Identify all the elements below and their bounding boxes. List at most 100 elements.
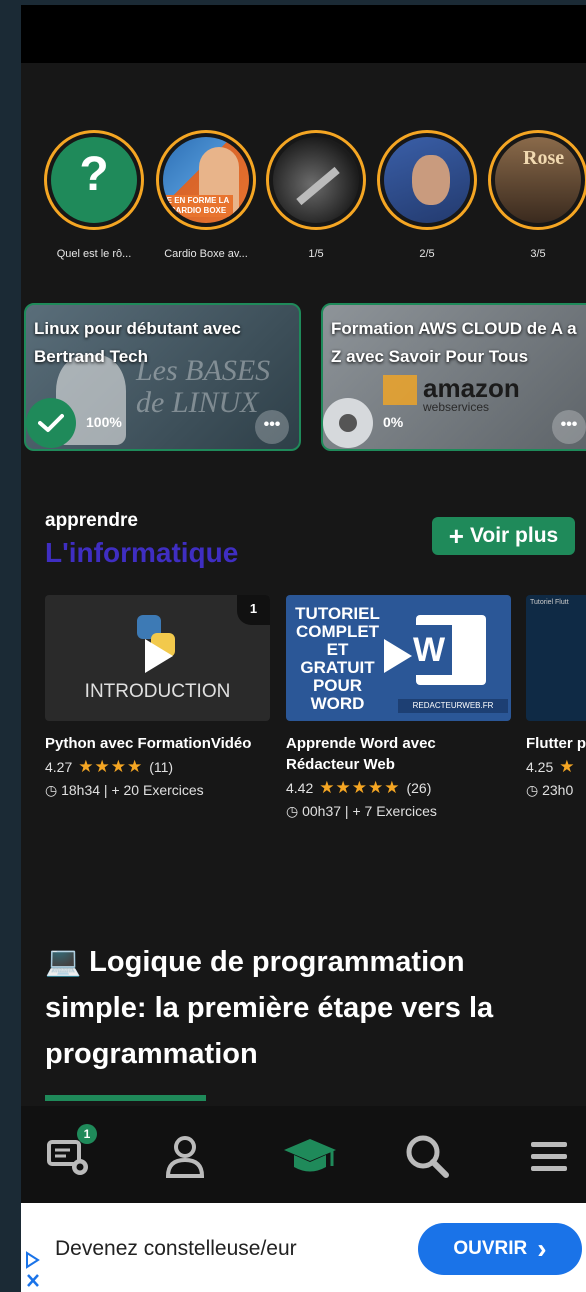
- rating-value: 4.25: [526, 759, 554, 775]
- progress-percent: 0%: [383, 414, 404, 430]
- rating-value: 4.42: [286, 780, 314, 796]
- profile-icon: [165, 1136, 205, 1178]
- ad-open-button[interactable]: OUVRIR ›: [418, 1223, 582, 1275]
- question-mark-icon: ?: [79, 148, 109, 201]
- story-item[interactable]: Rose 3/5: [488, 130, 586, 260]
- aws-logo-icon: [383, 375, 417, 405]
- search-icon: [406, 1135, 449, 1178]
- section-title: L'informatique: [45, 537, 239, 568]
- play-icon[interactable]: [384, 639, 412, 673]
- course-title: Python avec FormationVidéo: [45, 735, 252, 752]
- stars-icon: ★: [559, 757, 576, 776]
- notification-badge: 1: [77, 1124, 97, 1144]
- course-title: Formation AWS CLOUD de A a Z avec Savoir…: [331, 319, 577, 366]
- progress-percent: 100%: [86, 414, 122, 430]
- course-duration: 23h0: [542, 782, 574, 798]
- story-ring: ?: [44, 130, 144, 230]
- course-thumbnail: 1 INTRODUCTION: [45, 595, 270, 721]
- rating-count: (26): [406, 780, 432, 796]
- story-thumb: Rose: [495, 137, 581, 223]
- story-label: 1/5: [308, 248, 324, 260]
- app-screen: ? Quel est le rô... E EN FORME LA CARDIO…: [21, 5, 586, 1203]
- course-rating: 4.25 ★: [526, 757, 586, 777]
- story-ring: [266, 130, 366, 230]
- ad-text: Devenez constelleuse/eur: [55, 1237, 297, 1260]
- status-bar: [21, 5, 586, 63]
- course-card[interactable]: Tutoriel Flutt Flutter p PatrickO 4.25 ★…: [526, 595, 586, 799]
- course-progress-card[interactable]: amazon webservices Formation AWS CLOUD d…: [321, 303, 586, 451]
- card-thumb-sub: webservices: [423, 400, 490, 414]
- more-options-button[interactable]: •••: [255, 410, 289, 444]
- story-ring: E EN FORME LA CARDIO BOXE: [156, 130, 256, 230]
- clock-icon: ◷: [45, 782, 58, 798]
- ad-banner[interactable]: Devenez constelleuse/eur OUVRIR ›: [21, 1203, 586, 1292]
- plus-icon: +: [448, 521, 464, 551]
- stars-icon: ★★★★★: [319, 778, 401, 797]
- story-thumb: [273, 137, 359, 223]
- rating-value: 4.27: [45, 759, 73, 775]
- thumb-text: TUTORIEL COMPLET ET GRATUIT POUR WORD: [295, 604, 380, 713]
- rating-count: (11): [149, 759, 174, 775]
- nav-search[interactable]: [397, 1132, 457, 1180]
- article-title-text: Logique de programmation simple: la prem…: [45, 946, 494, 1070]
- check-icon: [26, 398, 76, 448]
- story-item[interactable]: ? Quel est le rô...: [44, 130, 144, 260]
- course-title: Flutter p PatrickO: [526, 735, 586, 752]
- play-icon[interactable]: [145, 639, 173, 673]
- course-meta: ◷ 00h37 | + 7 Exercices: [286, 803, 511, 820]
- course-meta: ◷ 18h34 | + 20 Exercices: [45, 782, 270, 799]
- story-item[interactable]: E EN FORME LA CARDIO BOXE Cardio Boxe av…: [156, 130, 256, 260]
- nav-menu[interactable]: [519, 1132, 579, 1180]
- thumb-text: Tutoriel Flutt: [530, 599, 569, 606]
- course-title: Apprende Word avec Rédacteur Web: [286, 735, 436, 773]
- course-title: Linux pour débutant avec Bertrand Tech: [34, 319, 241, 366]
- guitar-image: [296, 166, 340, 206]
- bottom-nav: 1: [21, 1106, 586, 1203]
- chevron-right-icon: ›: [537, 1233, 547, 1264]
- ad-choices-icon[interactable]: [25, 1251, 41, 1292]
- nav-profile[interactable]: [155, 1132, 215, 1180]
- story-ring: Rose: [488, 130, 586, 230]
- more-options-button[interactable]: •••: [552, 410, 586, 444]
- story-label: 3/5: [530, 248, 546, 260]
- nav-courses[interactable]: [280, 1132, 340, 1180]
- story-thumb: ?: [51, 137, 137, 223]
- stars-icon: ★★★★: [78, 757, 144, 776]
- section-subtitle: apprendre: [45, 510, 138, 531]
- word-logo-icon: W: [406, 615, 486, 685]
- clock-icon: ◷: [286, 803, 299, 819]
- course-progress-card[interactable]: Les BASES de LINUX Linux pour débutant a…: [24, 303, 301, 451]
- story-thumb: [384, 137, 470, 223]
- nav-certificates[interactable]: 1: [39, 1124, 99, 1180]
- graduation-cap-icon: [284, 1139, 336, 1172]
- course-duration: 18h34 | + 20 Exercices: [61, 782, 204, 798]
- menu-icon: [531, 1142, 567, 1171]
- course-rating: 4.27 ★★★★ (11): [45, 757, 270, 777]
- singer-image: [412, 155, 450, 205]
- story-thumb-text: E EN FORME LA CARDIO BOXE: [163, 195, 233, 217]
- story-thumb-text: Rose: [523, 147, 565, 169]
- story-label: Cardio Boxe av...: [164, 248, 248, 260]
- story-ring: [377, 130, 477, 230]
- course-thumbnail: TUTORIEL COMPLET ET GRATUIT POUR WORD W …: [286, 595, 511, 721]
- course-thumbnail: Tutoriel Flutt: [526, 595, 586, 721]
- article-underline: [45, 1095, 206, 1101]
- thumb-badge: 1: [237, 595, 270, 625]
- story-label: 2/5: [419, 248, 435, 260]
- story-label: Quel est le rô...: [56, 248, 132, 260]
- see-more-button[interactable]: + Voir plus: [432, 517, 575, 555]
- course-duration: 00h37 | + 7 Exercices: [302, 803, 437, 819]
- course-card[interactable]: 1 INTRODUCTION Python avec FormationVidé…: [45, 595, 270, 799]
- clock-icon: ◷: [526, 782, 539, 798]
- course-rating: 4.42 ★★★★★ (26): [286, 778, 511, 798]
- thumb-sub: REDACTEURWEB.FR: [398, 699, 508, 713]
- course-meta: ◷ 23h0: [526, 782, 586, 799]
- story-thumb: E EN FORME LA CARDIO BOXE: [163, 137, 249, 223]
- story-item[interactable]: 1/5: [266, 130, 366, 260]
- course-card[interactable]: TUTORIEL COMPLET ET GRATUIT POUR WORD W …: [286, 595, 511, 820]
- see-more-label: Voir plus: [469, 524, 559, 547]
- story-item[interactable]: 2/5: [377, 130, 477, 260]
- article-title[interactable]: 💻 Logique de programmation simple: la pr…: [45, 939, 545, 1077]
- progress-ring-icon: [323, 398, 373, 448]
- ad-button-label: OUVRIR: [453, 1238, 528, 1259]
